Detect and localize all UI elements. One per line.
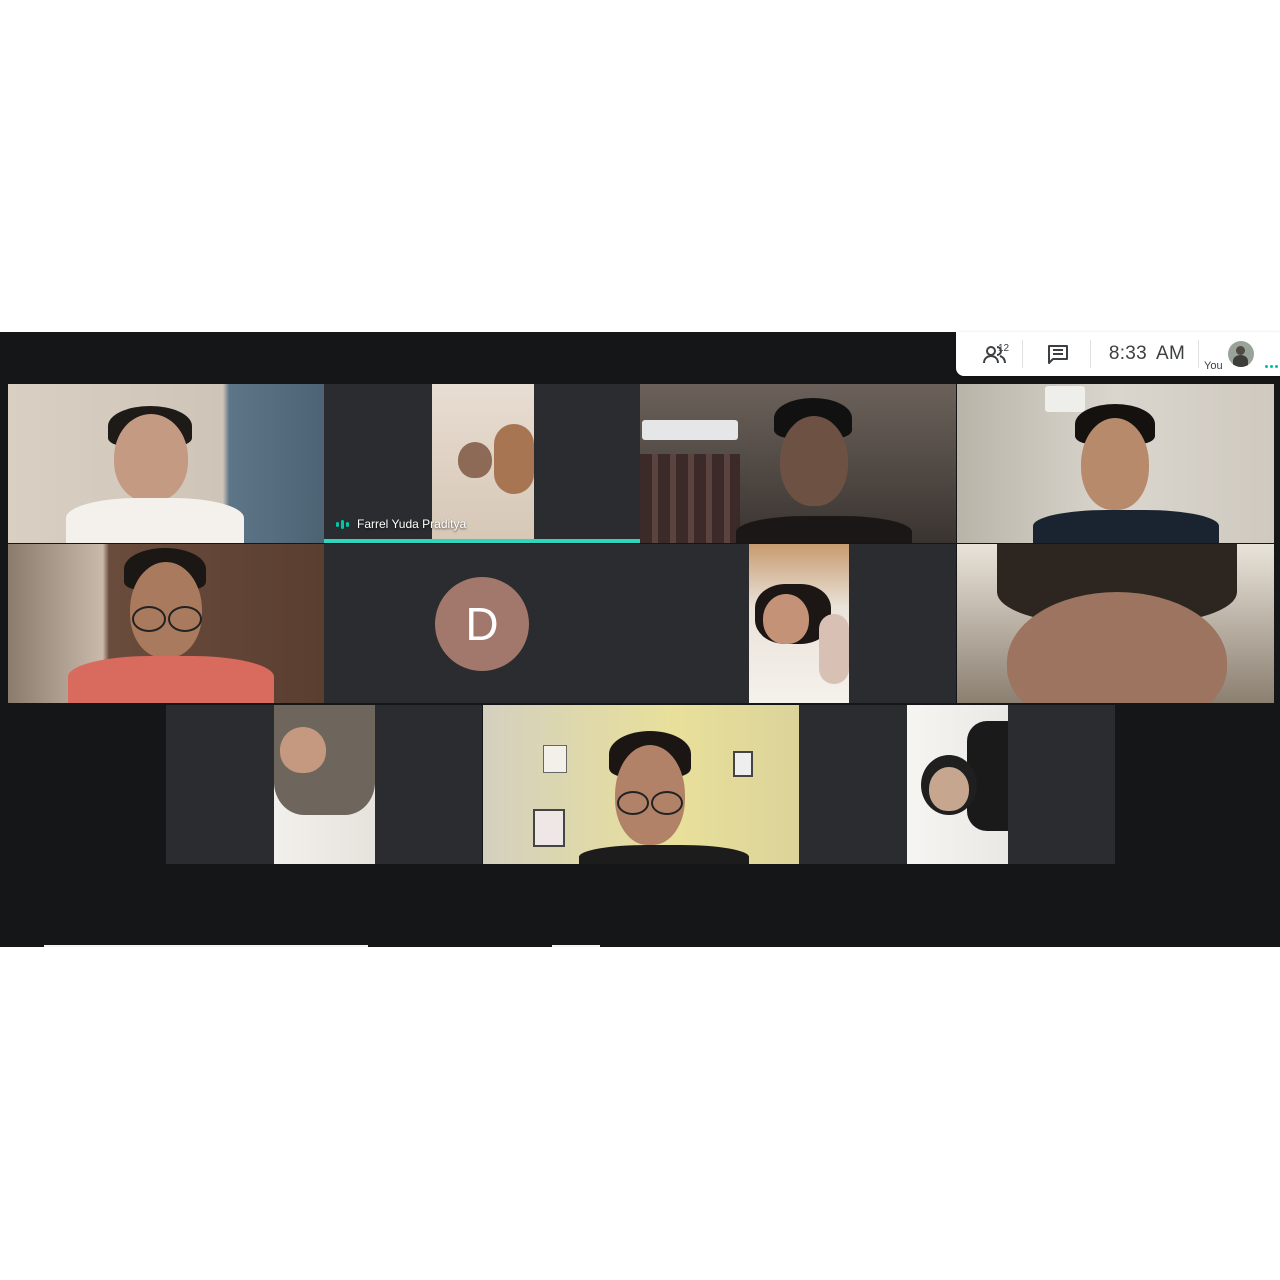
divider [1022,340,1023,368]
participant-video [957,544,1274,703]
divider [44,945,368,947]
participant-tile[interactable] [166,705,482,864]
participant-tile-speaking[interactable]: Farrel Yuda Praditya [324,384,640,543]
speaking-indicator [324,539,640,543]
divider [1090,340,1091,368]
participant-tile[interactable] [957,544,1274,703]
clock-meridiem: AM [1156,343,1186,364]
participant-video [749,544,849,703]
participant-tile[interactable] [640,384,956,543]
participant-tile[interactable] [8,544,324,703]
participant-video [8,384,324,543]
divider [552,945,600,947]
participant-name: Farrel Yuda Praditya [357,517,467,531]
avatar: D [435,577,529,671]
participants-count: 12 [998,343,1010,354]
avatar [1228,341,1254,367]
participants-button[interactable]: 12 [970,332,1020,376]
participant-tile[interactable] [799,705,1115,864]
participant-video [483,705,799,864]
participant-video [8,544,324,703]
participant-video [907,705,1008,864]
participant-video [640,384,956,543]
meeting-clock: 8:33 AM [1102,332,1192,376]
more-options-icon[interactable] [1265,365,1278,368]
participant-video [274,705,375,864]
participant-tile-camera-off[interactable]: D [324,544,748,703]
participant-tile[interactable] [748,544,956,703]
chat-button[interactable] [1036,332,1080,376]
chat-icon [1048,345,1068,364]
participant-tile[interactable] [483,705,799,864]
meeting-top-bar: 12 8:33 AM You [956,332,1280,376]
participant-name-tag: Farrel Yuda Praditya [336,517,466,531]
participant-tile[interactable] [957,384,1274,543]
participant-video [957,384,1274,543]
clock-time: 8:33 [1108,343,1148,364]
self-label: You [1204,360,1223,372]
audio-level-icon [336,519,349,529]
self-view-thumbnail[interactable]: You [1202,332,1280,376]
divider [1198,340,1199,368]
participant-tile[interactable] [8,384,324,543]
